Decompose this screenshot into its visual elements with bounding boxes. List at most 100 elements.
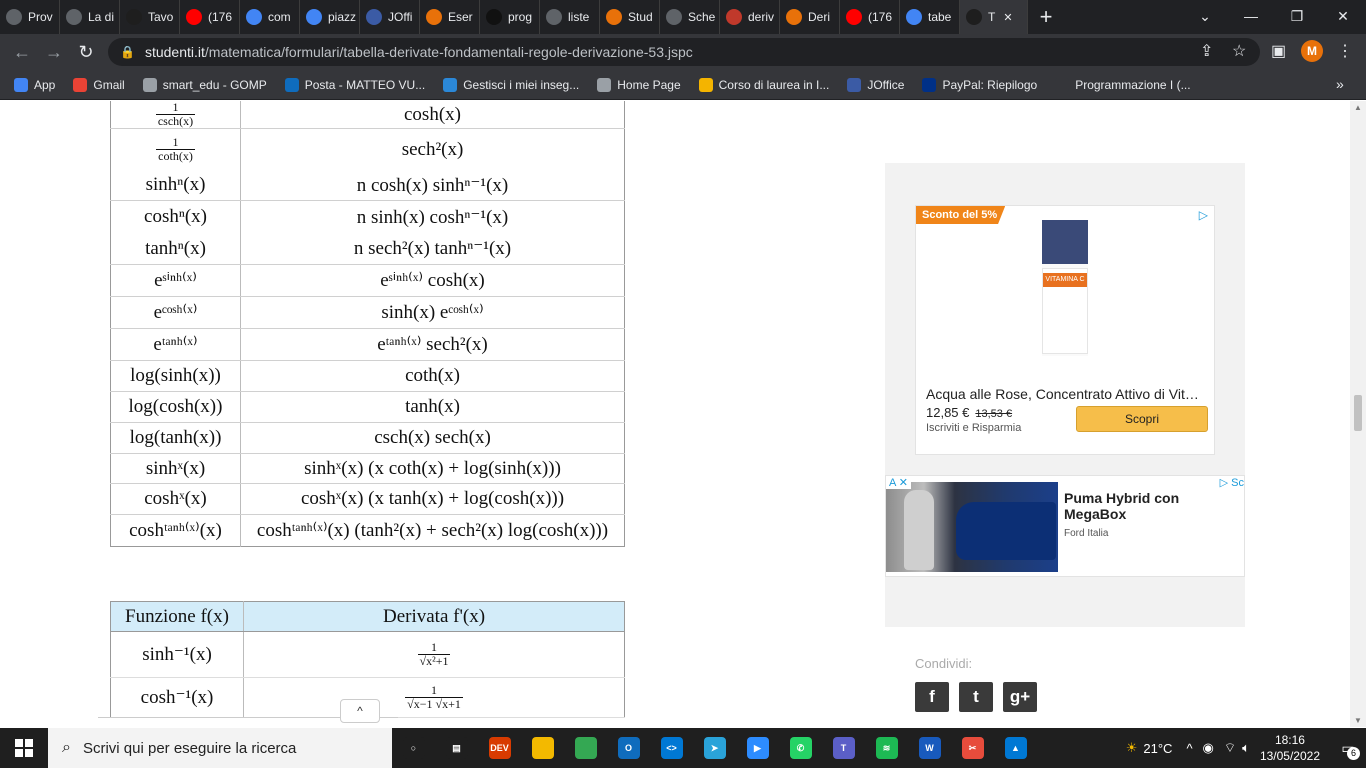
browser-tab[interactable]: prog — [480, 0, 540, 34]
tray-overflow-icon[interactable]: ^ — [1186, 741, 1192, 756]
bookmarks-overflow-icon[interactable]: » — [1336, 76, 1344, 92]
close-tab-icon[interactable]: ✕ — [1003, 11, 1012, 24]
devcpp-icon: DEV — [488, 737, 511, 759]
volume-icon[interactable]: 🔈︎ — [1242, 740, 1250, 756]
bookmark-item[interactable]: PayPal: Riepilogo — [922, 77, 1037, 92]
bookmark-item[interactable]: Posta - MATTEO VU... — [284, 77, 426, 92]
facebook-share-icon[interactable]: f — [915, 682, 949, 712]
scroll-to-top-button[interactable]: ^ — [340, 699, 380, 723]
ad-choices-icon[interactable]: ▷ Sc — [1220, 476, 1244, 489]
bookmark-item[interactable]: App — [14, 77, 55, 92]
taskbar-app-snipping-tool[interactable]: ✂ — [951, 728, 994, 768]
page-scrollbar[interactable]: ▲ ▼ — [1350, 101, 1366, 727]
ad-close-icon[interactable]: A ✕ — [886, 476, 912, 489]
tab-label: (176 — [208, 10, 233, 24]
taskbar-app-teams[interactable]: T — [822, 728, 865, 768]
youtube-icon — [186, 9, 202, 25]
google-plus-share-icon[interactable]: g+ — [1003, 682, 1037, 712]
browser-tab-strip: Prov La di Tavo (176 com piazz JOffi Eser prog li… — [0, 0, 1366, 34]
ad-cta-button[interactable]: Scopri — [1076, 406, 1208, 432]
taskbar-app-file-explorer[interactable] — [521, 728, 564, 768]
product-box-label: VITAMINA C — [1043, 273, 1087, 287]
browser-tab[interactable]: deriv — [720, 0, 780, 34]
taskbar-search-placeholder: Scrivi qui per eseguire la ricerca — [82, 739, 297, 757]
taskbar-app-whatsapp[interactable]: ✆ — [779, 728, 822, 768]
browser-tab[interactable]: Eser — [420, 0, 480, 34]
bookmark-label: Posta - MATTEO VU... — [304, 77, 426, 92]
browser-tab[interactable]: liste — [540, 0, 600, 34]
browser-tab[interactable]: (176 — [840, 0, 900, 34]
scroll-down-arrow-icon[interactable]: ▼ — [1354, 716, 1362, 725]
share-page-icon[interactable]: ⇪ — [1200, 41, 1213, 61]
twitter-share-icon[interactable]: t — [959, 682, 993, 712]
taskbar-app-chrome[interactable] — [564, 728, 607, 768]
wifi-icon[interactable]: ⌔ — [1224, 740, 1236, 756]
side-panel-icon[interactable]: ▣ — [1271, 41, 1286, 61]
bookmark-item[interactable]: Corso di laurea in I... — [698, 77, 829, 92]
start-button[interactable] — [0, 728, 48, 768]
taskbar-app-widgets[interactable]: ▤ — [435, 728, 478, 768]
close-window-button[interactable]: ✕ — [1320, 0, 1366, 34]
scroll-up-arrow-icon[interactable]: ▲ — [1354, 103, 1362, 112]
profile-avatar[interactable]: M — [1301, 40, 1323, 62]
reload-button[interactable]: ↻ — [70, 42, 102, 63]
bookmark-item[interactable]: Home Page — [597, 77, 681, 92]
taskbar-app-word[interactable]: W — [908, 728, 951, 768]
browser-tab[interactable]: Deri — [780, 0, 840, 34]
minimize-window-button[interactable]: — — [1228, 0, 1274, 34]
notifications-icon[interactable]: ▭ 6 — [1330, 728, 1366, 768]
taskbar-clock[interactable]: 18:16 13/05/2022 — [1260, 732, 1320, 764]
browser-tab[interactable]: Prov — [0, 0, 60, 34]
taskbar-app-outlook[interactable]: O — [607, 728, 650, 768]
tab-label: Sche — [688, 10, 716, 24]
car-ad-headline[interactable]: Puma Hybrid con MegaBox — [1064, 490, 1244, 522]
ad-choices-label: Sc — [1231, 477, 1244, 489]
browser-tab[interactable]: Tavo — [120, 0, 180, 34]
weather-temp[interactable]: 21°C — [1143, 741, 1172, 756]
forward-button[interactable]: → — [38, 42, 70, 63]
tab-label: Prov — [28, 10, 53, 24]
studenti-s-icon — [966, 9, 982, 25]
tab-search-icon[interactable]: ⌄ — [1182, 0, 1228, 34]
scrollbar-thumb[interactable] — [1354, 395, 1362, 431]
browser-tab[interactable]: Stud — [600, 0, 660, 34]
taskbar-app-task-view[interactable]: ○ — [392, 728, 435, 768]
taskbar-search[interactable]: ⌕ Scrivi qui per eseguire la ricerca — [48, 728, 392, 768]
bookmark-star-icon[interactable]: ☆ — [1232, 41, 1246, 61]
bookmark-item[interactable]: JOffice — [847, 77, 904, 92]
bookmark-item[interactable]: Gestisci i miei inseg... — [443, 77, 579, 92]
ad-choices-icon[interactable]: ▷ — [1199, 208, 1208, 222]
browser-tab[interactable]: La di — [60, 0, 120, 34]
bookmark-item[interactable]: Gmail — [73, 77, 125, 92]
taskbar-app-zoom[interactable]: ▶ — [736, 728, 779, 768]
taskbar-app-vscode[interactable]: <> — [650, 728, 693, 768]
browser-tab[interactable]: com — [240, 0, 300, 34]
sidebar-ad-area: Sconto del 5% ▷ VITAMINA C Acqua alle Ro… — [885, 163, 1245, 627]
browser-tab[interactable]: tabe — [900, 0, 960, 34]
taskbar-app-spotify[interactable]: ≋ — [865, 728, 908, 768]
tab-label: piazz — [328, 10, 357, 24]
new-tab-button[interactable]: + — [1028, 0, 1064, 34]
car-ad[interactable]: A ✕ ▷ Sc Puma Hybrid con MegaBox Ford It… — [885, 475, 1245, 577]
product-ad[interactable]: Sconto del 5% ▷ VITAMINA C Acqua alle Ro… — [915, 205, 1215, 455]
ad-product-title[interactable]: Acqua alle Rose, Concentrato Attivo di V… — [926, 386, 1206, 402]
menu-dots-icon[interactable]: ⋮ — [1337, 41, 1353, 61]
browser-tab[interactable]: T ✕ — [960, 0, 1028, 34]
address-bar[interactable]: 🔒 studenti.it/matematica/formulari/tabel… — [108, 38, 1260, 66]
browser-tab[interactable]: (176 — [180, 0, 240, 34]
bookmark-item[interactable]: smart_edu - GOMP — [142, 77, 267, 92]
browser-tab[interactable]: piazz — [300, 0, 360, 34]
bookmark-favicon-icon — [922, 77, 937, 92]
network-icon[interactable]: ◉ — [1203, 740, 1214, 756]
restore-window-button[interactable]: ❐ — [1274, 0, 1320, 34]
function-cell: sinhˣ(x) — [110, 453, 241, 484]
tab-label: liste — [568, 10, 590, 24]
browser-tab[interactable]: Sche — [660, 0, 720, 34]
taskbar-app-devcpp[interactable]: DEV — [478, 728, 521, 768]
taskbar-app-photos[interactable]: ▲ — [994, 728, 1037, 768]
browser-tab[interactable]: JOffi — [360, 0, 420, 34]
search-icon: ⌕ — [62, 739, 71, 756]
taskbar-app-telegram[interactable]: ➤ — [693, 728, 736, 768]
bookmark-item[interactable]: Programmazione I (... — [1055, 77, 1191, 92]
back-button[interactable]: ← — [6, 42, 38, 63]
